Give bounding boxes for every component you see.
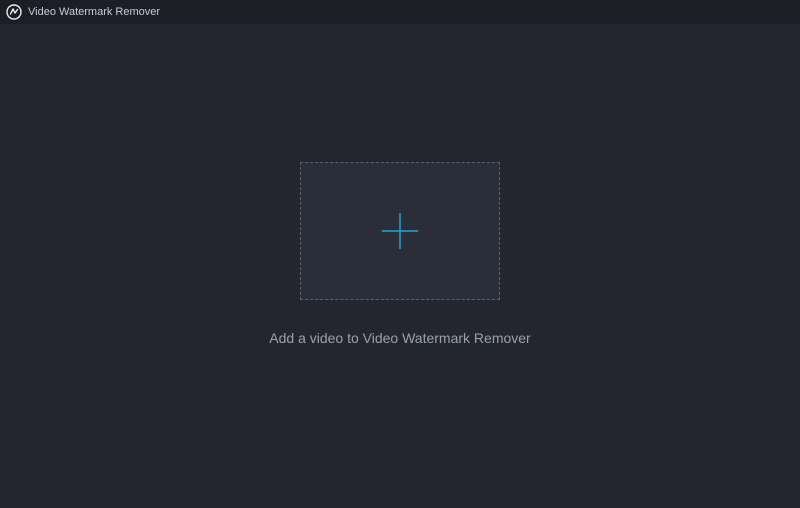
plus-icon — [380, 211, 420, 251]
add-video-dropzone[interactable] — [300, 162, 500, 300]
add-video-hint: Add a video to Video Watermark Remover — [269, 330, 530, 346]
workspace: Add a video to Video Watermark Remover — [0, 12, 800, 496]
